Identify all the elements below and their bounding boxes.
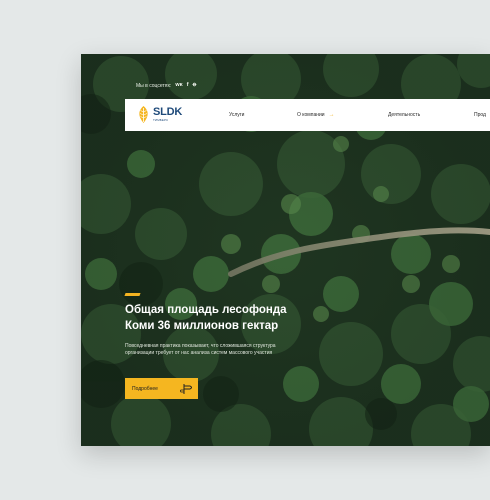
arrow-right-icon: → (328, 112, 335, 118)
logo[interactable]: SLDK ТИМБЕРС (137, 106, 182, 123)
accent-bar (124, 293, 141, 296)
hero-description-line: Повседневная практика показывает, что сл… (125, 343, 276, 349)
social-label: Мы в соцсетях: (136, 83, 172, 89)
nav-item-label: Услуги (229, 112, 245, 118)
hero-description: Повседневная практика показывает, что сл… (125, 343, 325, 357)
nav-item-label: О компании (297, 112, 325, 118)
nav-item-activity[interactable]: Деятельность (388, 112, 420, 118)
logo-wordmark: SLDK (153, 106, 183, 118)
more-button[interactable]: Подробнее (125, 378, 198, 399)
social-links: Мы в соцсетях: ᴡᴋ f ꝋ (136, 83, 196, 89)
hero-title: Общая площадь лесофонда Коми 36 миллионо… (125, 302, 345, 334)
hero-title-line: Коми 36 миллионов гектар (125, 320, 279, 332)
hero-title-line: Общая площадь лесофонда (125, 304, 287, 316)
logo-leaf-icon (139, 106, 148, 123)
more-button-label: Подробнее (132, 385, 158, 392)
nav-item-label: Деятельность (388, 112, 421, 118)
ok-icon[interactable]: ꝋ (193, 83, 197, 89)
hero-description-line: организации требует от нас анализа систе… (125, 350, 273, 356)
nav-item-label: Прод (474, 112, 486, 118)
nav-item-products[interactable]: Прод (474, 112, 486, 118)
main-navbar: SLDK ТИМБЕРС Услуги О компании → Деятельн… (125, 99, 490, 131)
signpost-arrow-icon (180, 383, 192, 394)
logo-subtitle: ТИМБЕРС (153, 118, 169, 122)
nav-item-services[interactable]: Услуги (229, 112, 244, 118)
hero-section: Мы в соцсетях: ᴡᴋ f ꝋ SLDK ТИМБЕРС Услуг… (81, 54, 490, 446)
vk-icon[interactable]: ᴡᴋ (175, 83, 182, 89)
facebook-icon[interactable]: f (187, 83, 189, 89)
nav-item-about[interactable]: О компании → (297, 112, 335, 118)
